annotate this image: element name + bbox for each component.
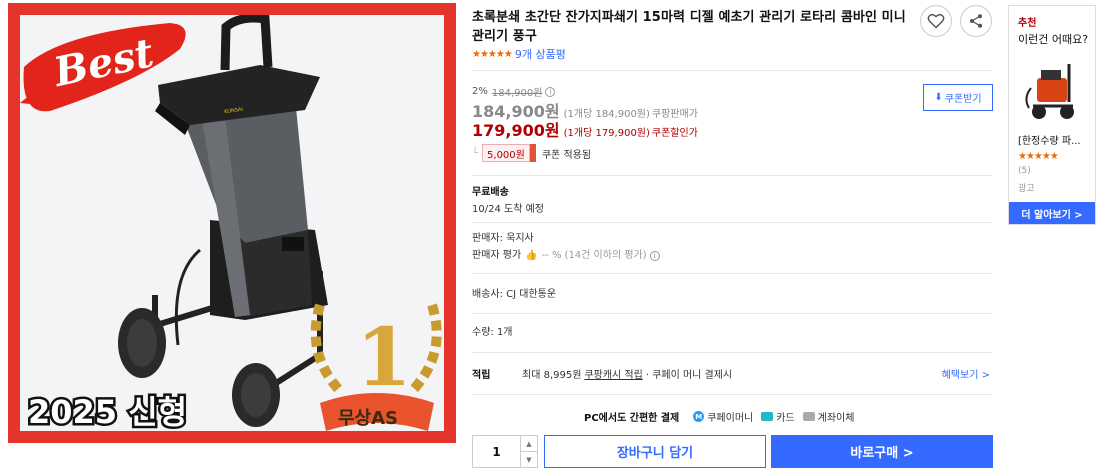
quantity-decrease-icon[interactable]: ▼ [521,451,537,467]
seller-info: 판매자: 욱지사 판매자 평가 👍 -- % (14건 이하의 평가) i [472,230,660,264]
free-as-text: 무상AS [338,408,398,429]
product-image[interactable]: Best KUNSAI 2025 신형 1 무상AS [20,15,444,431]
coupon-applied-row: └ 5,000원 쿠폰 적용됨 [472,144,591,162]
best-text: Best [49,29,158,96]
new-model-badge: 2025 신형 [26,391,190,432]
payment-option-transfer: 계좌이체 [817,413,855,424]
quantity-stepper[interactable]: 1 ▲ ▼ [472,435,538,468]
divider [472,222,992,223]
bank-transfer-icon [802,412,815,421]
wishlist-button[interactable] [920,5,952,37]
delivery-company: 배송사: CJ 대한통운 [472,289,557,300]
product-rating: ★★★★★ 9개 상품평 [472,46,566,62]
discount-row: 2% 184,900원 i [472,84,556,99]
ad-label: 광고 [1018,184,1035,194]
discount-rate: 2% [472,86,488,97]
seller-rating-note: (14건 이하의 평가) [564,250,647,261]
original-price: 184,900원 [491,88,543,99]
heart-icon [927,13,945,29]
add-to-cart-button[interactable]: 장바구니 담기 [544,435,766,468]
recommendation-tag: 추천 [1018,18,1037,29]
quantity-arrows: ▲ ▼ [520,436,537,467]
rank-badge: 1 무상AS [310,303,442,431]
payment-methods: PC에서도 간편한 결제 M 쿠페이머니 카드 계좌이체 [584,409,854,424]
seller-rating-value: -- % [541,250,562,261]
rating-stars: ★★★★★ [472,48,513,60]
review-count-link[interactable]: 9개 상품평 [515,46,566,62]
coupon-unit-price: (1개당 179,900원) [563,128,650,139]
divider [472,273,992,274]
get-coupon-button[interactable]: ⬇ 쿠폰받기 [923,84,993,111]
get-coupon-label: 쿠폰받기 [944,94,982,105]
recommendation-title: 이런건 어때요? [1018,33,1089,46]
coupon-chip-tail [529,144,536,162]
benefit-max: 최대 8,995원 [522,370,582,381]
pressure-washer-image[interactable] [1023,58,1083,126]
coupon-price: 179,900원 [472,121,560,140]
view-benefits-link[interactable]: 혜택보기 > [942,366,990,381]
divider [472,313,992,314]
divider [472,70,992,71]
seller-name: 판매자: 욱지사 [472,233,534,244]
wood-chipper-machine: KUNSAI [118,15,328,427]
info-icon[interactable]: i [545,86,556,97]
benefit-row: 적립 최대 8,995원 쿠팡캐시 적립 · 쿠페이 머니 결제시 혜택보기 > [472,366,992,381]
payment-option-coupay: 쿠페이머니 [707,413,754,424]
benefit-condition: · 쿠페이 머니 결제시 [645,370,733,381]
coupon-applied-text: 쿠폰 적용됨 [541,149,592,161]
new-model-text: 2025 신형 [28,393,187,431]
card-icon [761,412,774,421]
divider [472,352,992,353]
coupon-amount-chip: 5,000원 [482,144,530,162]
share-button[interactable] [960,5,992,37]
coupang-cash-link[interactable]: 쿠팡캐시 적립 [584,366,642,381]
tree-branch-icon: └ [472,147,479,159]
recommendation-heading: 추천 이런건 어때요? [1018,16,1088,48]
coupon-price-label: 쿠폰할인가 [651,128,698,139]
recommended-item-count: (5) [1018,166,1031,176]
arrival-date: 10/24 도착 예정 [472,204,544,215]
learn-more-button[interactable]: 더 알아보기 > [1009,202,1095,224]
rank-number-text: 1 [356,310,412,404]
quantity-increase-icon[interactable]: ▲ [521,436,537,451]
divider [472,175,992,176]
share-icon [970,14,982,28]
quantity-value[interactable]: 1 [473,436,520,467]
shipping-info: 무료배송 10/24 도착 예정 [472,184,544,218]
coupay-icon: M [693,411,705,422]
coupon-price-row: 179,900원 (1개당 179,900원) 쿠폰할인가 [472,117,698,141]
recommended-item-name[interactable]: [한정수량 파... [1018,132,1092,147]
benefit-label: 적립 [472,370,491,381]
download-icon: ⬇ [934,92,943,103]
product-image-frame: Best KUNSAI 2025 신형 1 무상AS [8,3,456,443]
info-icon[interactable]: i [649,250,660,261]
product-info: 초록분쇄 초간단 잔가지파쇄기 15마력 디젤 예초기 관리기 로타리 콤바인 … [472,0,994,472]
recommendation-card[interactable]: 추천 이런건 어때요? [한정수량 파... ★★★★★ (5) 광고 더 알아… [1008,5,1096,225]
thumbs-up-icon: 👍 [525,250,538,261]
seller-rating-row: 판매자 평가 👍 -- % (14건 이하의 평가) i [472,247,660,264]
quantity-label: 수량: 1개 [472,327,513,338]
payment-option-card: 카드 [776,413,795,424]
seller-rating-label: 판매자 평가 [472,250,522,261]
product-title: 초록분쇄 초간단 잔가지파쇄기 15마력 디젤 예초기 관리기 로타리 콤바인 … [472,10,906,44]
payment-title: PC에서도 간편한 결제 [584,413,680,424]
free-shipping-label: 무료배송 [472,187,509,198]
divider [472,394,992,395]
recommended-item-stars: ★★★★★ [1018,151,1059,162]
buy-now-button[interactable]: 바로구매 > [771,435,993,468]
